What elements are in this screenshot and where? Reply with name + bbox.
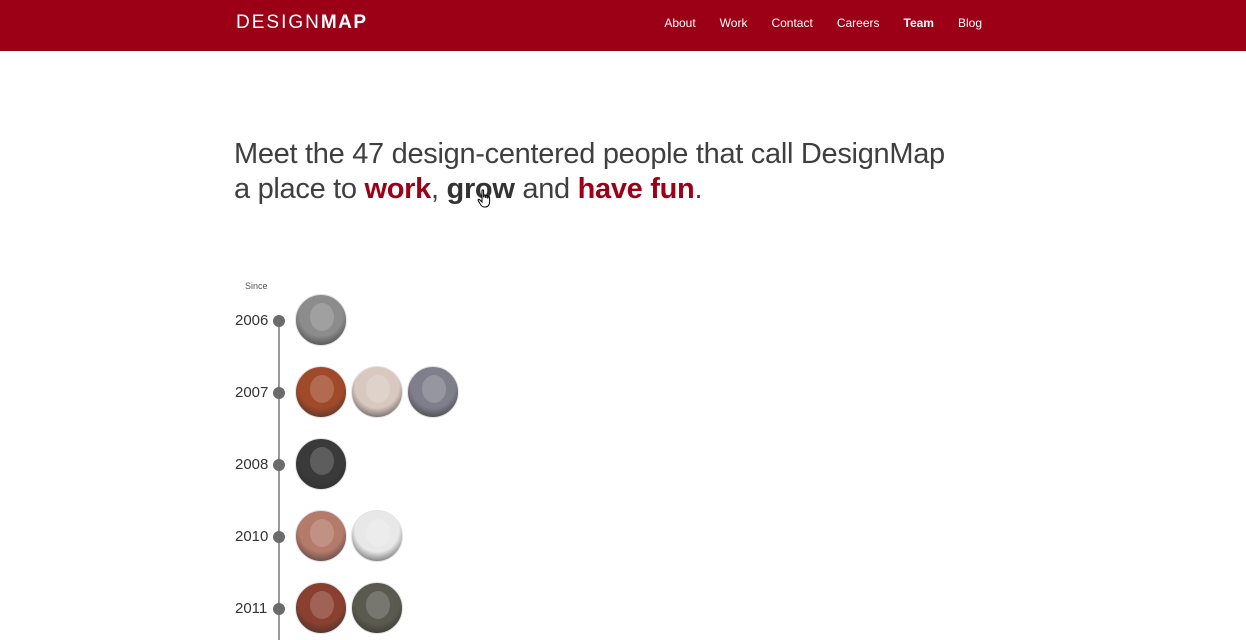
nav-about[interactable]: About (664, 15, 695, 31)
timeline-dot (273, 315, 285, 327)
top-navigation-bar: DESIGNMAP About Work Contact Careers Tea… (0, 0, 1246, 51)
timeline-dot (273, 387, 285, 399)
avatar-group (295, 582, 407, 634)
avatar-group (295, 294, 351, 346)
team-member-avatar[interactable] (295, 294, 347, 346)
team-member-avatar[interactable] (295, 582, 347, 634)
nav-team[interactable]: Team (904, 15, 934, 31)
intro-word-grow[interactable]: grow (447, 173, 515, 205)
main-nav: About Work Contact Careers Team Blog (640, 15, 982, 31)
timeline-dot (273, 459, 285, 471)
nav-work[interactable]: Work (720, 15, 748, 31)
designmap-logo[interactable]: DESIGNMAP (236, 12, 368, 34)
team-member-avatar[interactable] (295, 510, 347, 562)
since-label: Since (245, 281, 268, 291)
logo-text-light: DESIGN (236, 12, 321, 33)
team-member-avatar[interactable] (295, 438, 347, 490)
intro-prefix: a place to (234, 173, 365, 205)
nav-blog[interactable]: Blog (958, 15, 982, 31)
avatar-group (295, 438, 351, 490)
nav-contact[interactable]: Contact (771, 15, 812, 31)
intro-word-have-fun[interactable]: have fun (578, 173, 695, 205)
year-label: 2008 (235, 456, 269, 473)
timeline-dot (273, 531, 285, 543)
intro-separator-2: and (514, 173, 578, 205)
avatar-group (295, 366, 463, 418)
avatar-group (295, 510, 407, 562)
nav-careers[interactable]: Careers (837, 15, 880, 31)
year-label: 2010 (235, 528, 269, 545)
team-member-avatar[interactable] (407, 366, 459, 418)
team-intro-heading: Meet the 47 design-centered people that … (234, 137, 1014, 207)
timeline-line (278, 320, 280, 640)
logo-text-bold: MAP (320, 12, 368, 33)
team-member-avatar[interactable] (351, 366, 403, 418)
team-member-avatar[interactable] (351, 582, 403, 634)
timeline-dot (273, 603, 285, 615)
year-label: 2011 (235, 600, 268, 617)
intro-word-work[interactable]: work (365, 173, 432, 205)
intro-end: . (694, 173, 703, 205)
intro-line-1: Meet the 47 design-centered people that … (234, 138, 945, 170)
intro-separator-1: , (431, 173, 447, 205)
team-member-avatar[interactable] (295, 366, 347, 418)
team-member-avatar[interactable] (351, 510, 403, 562)
year-label: 2006 (235, 312, 269, 329)
year-label: 2007 (235, 384, 269, 401)
